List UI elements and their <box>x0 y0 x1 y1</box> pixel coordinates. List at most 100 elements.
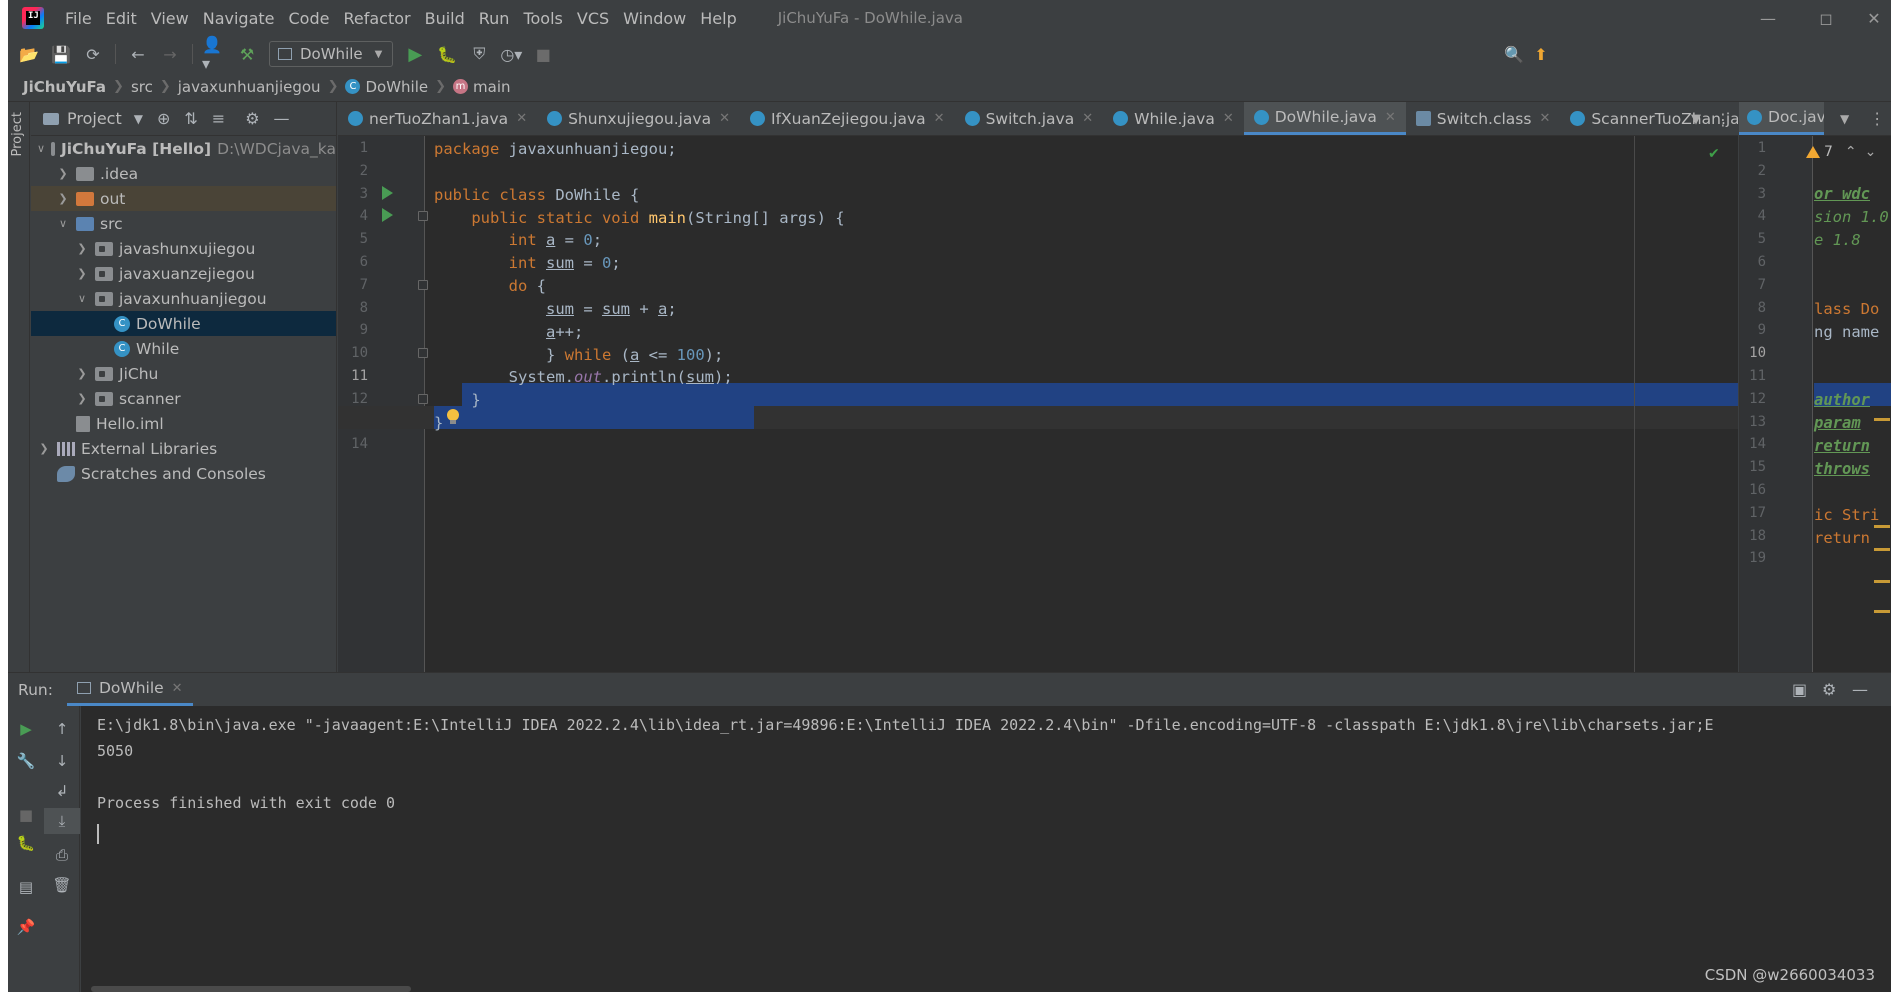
menu-code[interactable]: Code <box>282 9 337 28</box>
menu-view[interactable]: View <box>144 9 196 28</box>
stop-icon[interactable]: ■ <box>8 802 44 828</box>
line-number[interactable]: 17 <box>1742 505 1766 521</box>
back-arrow-icon[interactable]: ← <box>125 41 151 67</box>
line-number[interactable]: 7 <box>338 277 368 293</box>
tree-item[interactable]: ❯ out <box>31 186 336 211</box>
hide-panel-icon[interactable]: — <box>1852 672 1868 706</box>
chevron-down-icon[interactable]: ∨ <box>75 292 89 305</box>
build-hammer-icon[interactable]: ⚒ <box>234 41 260 67</box>
restore-layout-icon[interactable]: ▣ <box>1792 672 1807 706</box>
line-number[interactable]: 12 <box>338 391 368 407</box>
line-number[interactable]: 10 <box>1742 345 1766 361</box>
rerun-icon[interactable]: ▶ <box>8 716 44 742</box>
close-icon[interactable]: ✕ <box>934 111 945 126</box>
intention-bulb-icon[interactable] <box>446 409 460 426</box>
close-icon[interactable]: ✕ <box>516 111 527 126</box>
menu-edit[interactable]: Edit <box>99 9 144 28</box>
search-icon[interactable]: 🔍 <box>1501 41 1527 67</box>
tree-item[interactable]: ❯ External Libraries <box>31 436 336 461</box>
stop-icon[interactable]: ■ <box>530 41 556 67</box>
chevron-down-icon[interactable]: ⌄ <box>1865 144 1877 160</box>
debug-bug-icon[interactable]: 🐛 <box>8 830 44 856</box>
gear-icon[interactable]: ⚙ <box>1822 672 1836 706</box>
layout-icon[interactable]: ▤ <box>8 874 44 900</box>
line-number[interactable]: 11 <box>1742 368 1766 384</box>
menu-refactor[interactable]: Refactor <box>336 9 417 28</box>
editor-tab[interactable]: While.java ✕ <box>1103 102 1244 135</box>
line-number[interactable]: 13 <box>1742 414 1766 430</box>
line-number[interactable]: 6 <box>338 254 368 270</box>
close-icon[interactable]: ✕ <box>719 111 730 126</box>
scroll-up-icon[interactable]: ↑ <box>44 716 80 742</box>
fold-marker-icon[interactable] <box>418 348 428 359</box>
editor-tab[interactable]: Switch.class ✕ <box>1406 102 1561 135</box>
pin-icon[interactable]: 📌 <box>8 914 44 940</box>
line-number[interactable]: 6 <box>1742 254 1766 270</box>
collapse-all-icon[interactable]: ≡ <box>212 109 225 128</box>
run-gutter-icon[interactable] <box>382 185 393 200</box>
debug-bug-icon[interactable]: 🐛 <box>434 41 460 67</box>
chevron-right-icon[interactable]: ❯ <box>56 167 70 180</box>
fold-marker-icon[interactable] <box>418 393 428 404</box>
line-number[interactable]: 5 <box>1742 231 1766 247</box>
line-number[interactable]: 9 <box>338 322 368 338</box>
line-number[interactable]: 12 <box>1742 391 1766 407</box>
tree-item[interactable]: ❯ .idea <box>31 161 336 186</box>
split-code-editor[interactable]: 1 2 3 4 5 6 7 8 9 10 11 12 13 14 15 16 17 18 19 or wdc sio… <box>1739 136 1891 672</box>
locate-target-icon[interactable]: ⊕ <box>157 109 170 128</box>
editor-tab[interactable]: nerTuoZhan1.java ✕ <box>338 102 537 135</box>
more-options-icon[interactable]: ⋮ <box>1711 102 1735 136</box>
tree-item[interactable]: C While <box>31 336 336 361</box>
editor-tab[interactable]: Shunxujiegou.java ✕ <box>537 102 740 135</box>
tree-item[interactable]: ❯ javaxuanzejiegou <box>31 261 336 286</box>
line-number[interactable]: 3 <box>1742 186 1766 202</box>
breadcrumb-package[interactable]: javaxunhuanjiegou <box>178 78 321 96</box>
line-number[interactable]: 5 <box>338 231 368 247</box>
tree-item[interactable]: Scratches and Consoles <box>31 461 336 486</box>
gear-icon[interactable]: ⚙ <box>245 109 259 128</box>
fold-marker-icon[interactable] <box>418 279 428 290</box>
tree-item[interactable]: ∨ JiChuYuFa [Hello] D:\WDCjava_ka <box>31 136 336 161</box>
soft-wrap-icon[interactable]: ↲ <box>44 778 80 804</box>
line-number[interactable]: 14 <box>1742 436 1766 452</box>
chevron-right-icon[interactable]: ❯ <box>75 367 89 380</box>
close-icon[interactable]: ✕ <box>1539 111 1550 126</box>
close-icon[interactable]: ✕ <box>1082 111 1093 126</box>
split-editor-tab[interactable]: Doc.jav <box>1739 102 1824 135</box>
project-panel-title[interactable]: Project <box>67 109 122 128</box>
warning-stripe-marker[interactable] <box>1874 525 1890 528</box>
line-number[interactable]: 19 <box>1742 550 1766 566</box>
more-options-icon[interactable]: ⋮ <box>1869 109 1885 128</box>
line-number[interactable]: 1 <box>338 140 368 156</box>
close-icon[interactable]: ✕ <box>1223 111 1234 126</box>
coverage-shield-icon[interactable]: ⛨ <box>466 41 492 67</box>
open-folder-icon[interactable]: 📂 <box>16 41 42 67</box>
chevron-down-icon[interactable]: ▼ <box>134 112 143 126</box>
warning-stripe-marker[interactable] <box>1874 548 1890 551</box>
menu-tools[interactable]: Tools <box>516 9 569 28</box>
warning-stripe-marker[interactable] <box>1874 610 1890 613</box>
close-icon[interactable]: ✕ <box>172 681 183 696</box>
line-number[interactable]: 10 <box>338 345 368 361</box>
editor-tab[interactable]: Switch.java ✕ <box>955 102 1104 135</box>
breadcrumb-project[interactable]: JiChuYuFa <box>23 78 106 96</box>
menu-window[interactable]: Window <box>616 9 693 28</box>
menu-navigate[interactable]: Navigate <box>196 9 282 28</box>
print-icon[interactable]: ⎙ <box>44 842 80 868</box>
run-configuration-select[interactable]: DoWhile ▼ <box>269 41 394 67</box>
user-dropdown-icon[interactable]: 👤▾ <box>202 35 228 73</box>
tree-item[interactable]: ❯ javashunxujiegou <box>31 236 336 261</box>
menu-build[interactable]: Build <box>418 9 472 28</box>
warnings-indicator[interactable]: 7 ⌃ ⌄ <box>1806 144 1876 160</box>
line-number[interactable]: 2 <box>338 163 368 179</box>
warning-stripe-marker[interactable] <box>1874 580 1890 583</box>
tree-item[interactable]: ❯ scanner <box>31 386 336 411</box>
menu-vcs[interactable]: VCS <box>570 9 616 28</box>
minimize-button[interactable]: — <box>1739 0 1797 36</box>
line-number[interactable]: 18 <box>1742 528 1766 544</box>
breadcrumb-src[interactable]: src <box>131 78 153 96</box>
hide-panel-icon[interactable]: — <box>274 109 290 128</box>
profile-dropdown-icon[interactable]: ◷▾ <box>498 41 524 67</box>
tree-item[interactable]: Hello.iml <box>31 411 336 436</box>
intellij-logo-icon[interactable]: IJ <box>22 7 44 29</box>
